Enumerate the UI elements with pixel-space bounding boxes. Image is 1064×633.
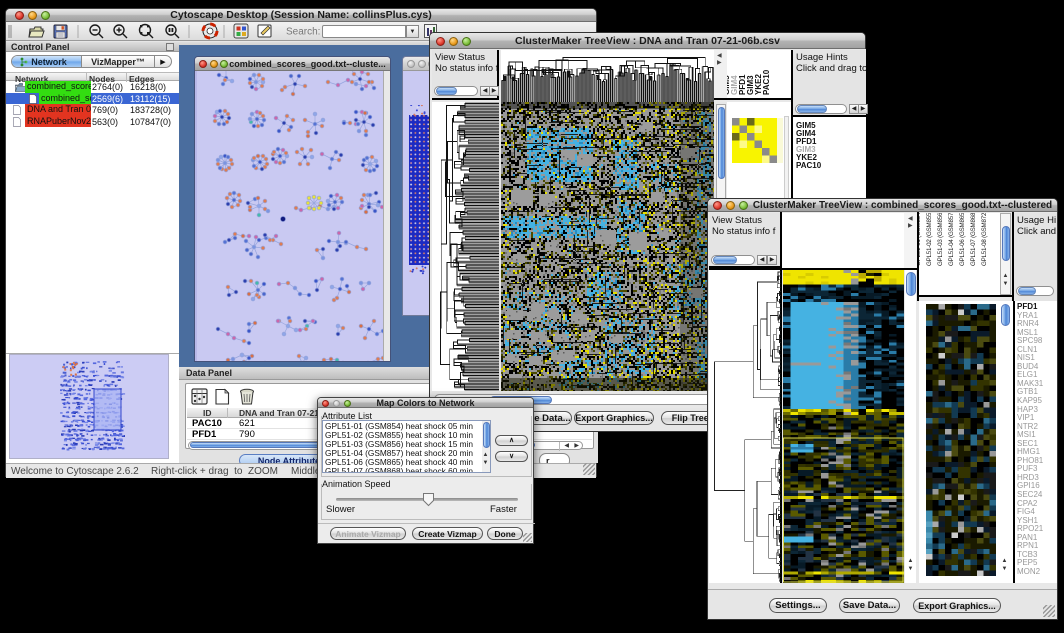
svg-text:Search:: Search: xyxy=(286,27,320,38)
